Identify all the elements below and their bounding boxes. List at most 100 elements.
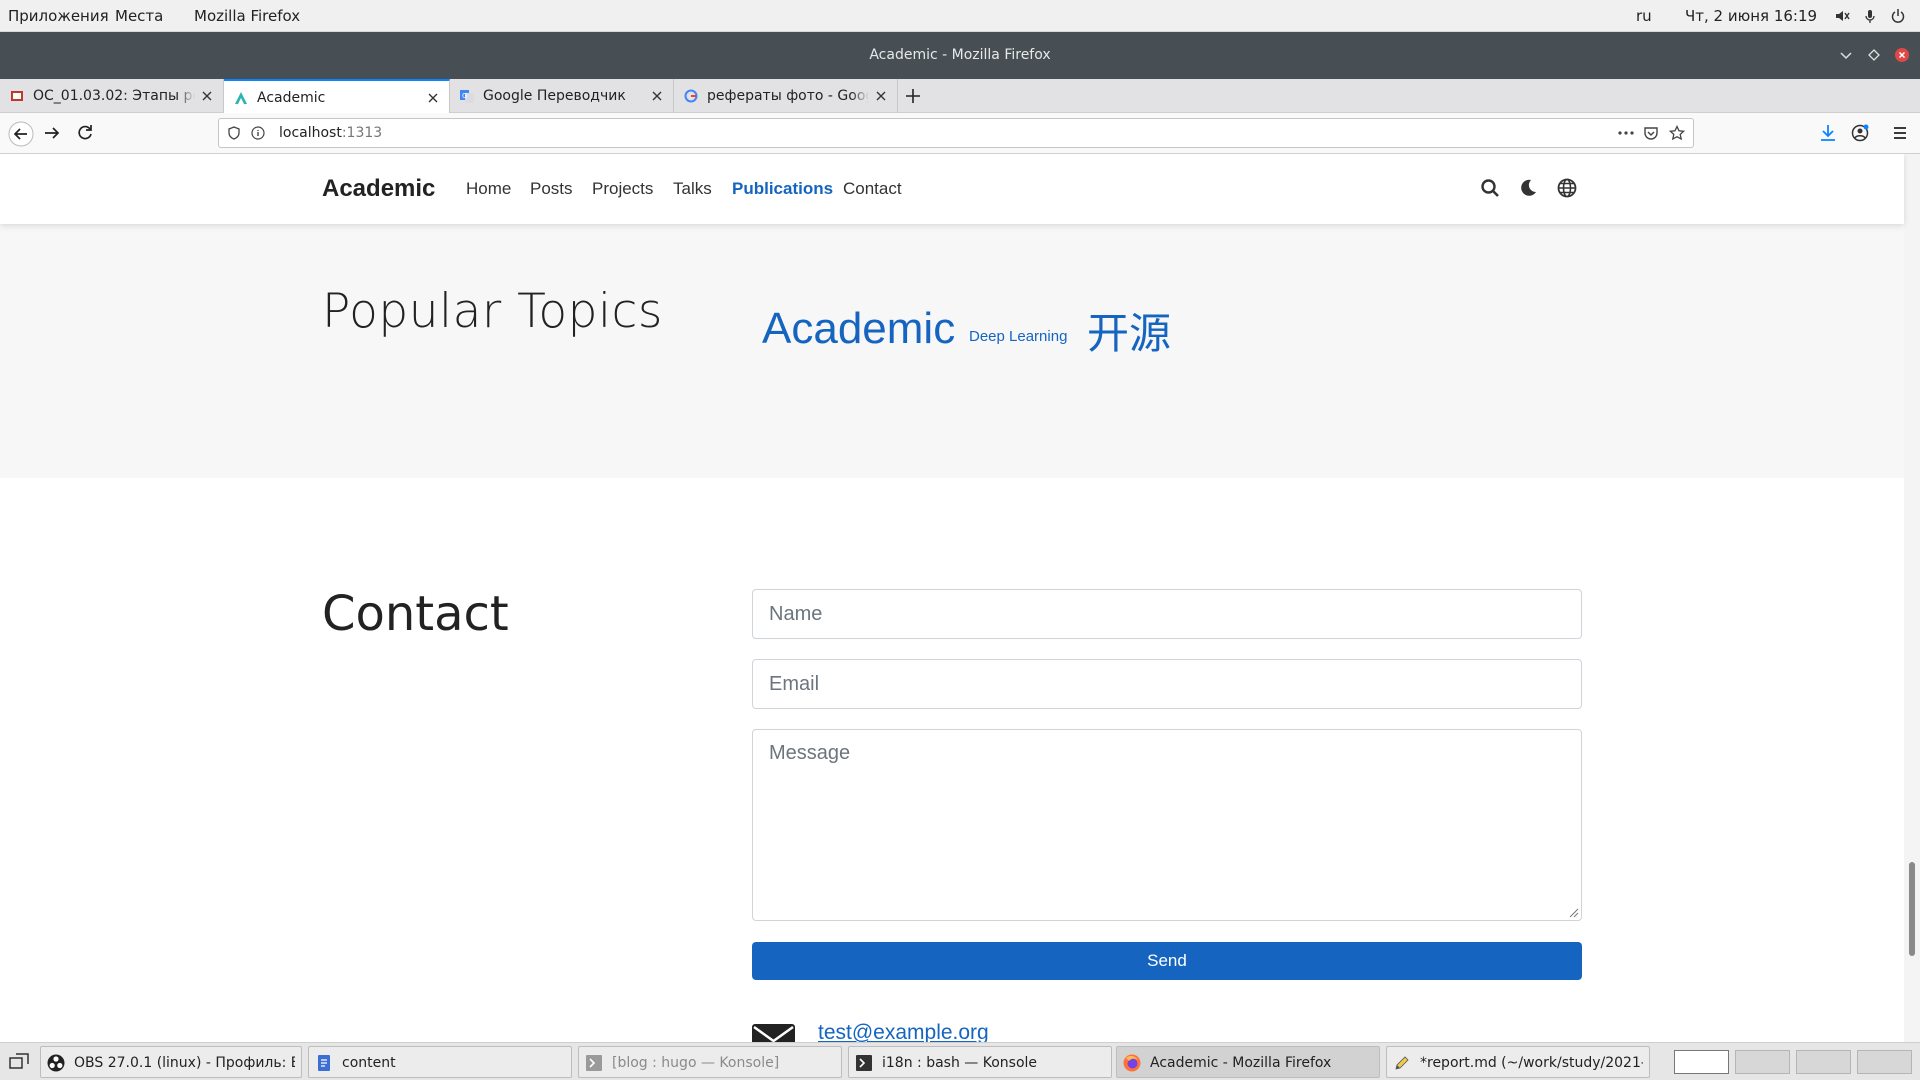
close-tab-icon[interactable] <box>200 89 214 103</box>
site-navbar: Academic Home Posts Projects Talks Publi… <box>0 154 1904 224</box>
resize-grip-icon[interactable] <box>1567 906 1579 918</box>
tab-strip: ОС_01.03.02: Этапы реализации Academic G… <box>0 79 1920 113</box>
close-window-icon[interactable] <box>1894 47 1910 63</box>
language-globe-icon[interactable] <box>1557 178 1577 198</box>
course-favicon-icon <box>11 91 23 101</box>
task-content[interactable]: content <box>308 1046 572 1078</box>
academic-favicon-icon <box>235 92 247 104</box>
task-konsole-blog[interactable]: [blog : hugo — Konsole] <box>578 1046 842 1078</box>
workspace-3[interactable] <box>1796 1050 1851 1074</box>
close-tab-icon[interactable] <box>650 89 664 103</box>
nav-contact[interactable]: Contact <box>843 179 902 199</box>
nav-talks[interactable]: Talks <box>673 179 712 199</box>
tab-academic[interactable]: Academic <box>224 79 450 113</box>
topic-tag-academic[interactable]: Academic <box>762 304 955 354</box>
firefox-icon <box>1123 1054 1141 1072</box>
page-actions-icon[interactable] <box>1617 126 1635 140</box>
minimize-icon[interactable] <box>1838 47 1854 63</box>
task-label: OBS 27.0.1 (linux) - Профиль: Без назван… <box>74 1055 295 1071</box>
popular-topics-heading: Popular Topics <box>322 284 663 339</box>
terminal-icon <box>586 1055 602 1071</box>
obs-icon <box>47 1054 65 1072</box>
places-menu[interactable]: Места <box>115 7 163 25</box>
tab-label: Academic <box>257 90 421 106</box>
active-app-menu[interactable]: Mozilla Firefox <box>194 7 300 25</box>
google-favicon-icon <box>684 89 698 103</box>
show-desktop-icon[interactable] <box>8 1052 30 1072</box>
os-top-panel: Приложения Места Mozilla Firefox ru Чт, … <box>0 0 1920 32</box>
name-field[interactable]: Name <box>752 589 1582 639</box>
url-host: localhost <box>279 125 342 141</box>
window-title: Academic - Mozilla Firefox <box>869 47 1051 63</box>
new-tab-plus-icon[interactable] <box>904 87 922 105</box>
dark-mode-moon-icon[interactable] <box>1518 178 1538 198</box>
envelope-icon <box>752 1024 795 1042</box>
page-viewport[interactable]: Academic Home Posts Projects Talks Publi… <box>0 154 1920 1042</box>
site-info-icon[interactable] <box>251 126 265 140</box>
nav-projects[interactable]: Projects <box>592 179 653 199</box>
window-titlebar[interactable]: Academic - Mozilla Firefox <box>0 32 1920 79</box>
scrollbar-thumb[interactable] <box>1909 862 1915 956</box>
nav-publications[interactable]: Publications <box>732 179 833 199</box>
topic-tag-open-source[interactable]: 开源 <box>1087 300 1171 361</box>
browser-toolbar: localhost:1313 <box>0 113 1920 154</box>
email-field[interactable]: Email <box>752 659 1582 709</box>
contact-email-link[interactable]: test@example.org <box>818 1021 989 1042</box>
back-arrow-icon[interactable] <box>8 121 34 147</box>
message-field[interactable]: Message <box>752 729 1582 921</box>
close-tab-icon[interactable] <box>874 89 888 103</box>
search-icon[interactable] <box>1480 178 1500 198</box>
task-label: Academic - Mozilla Firefox <box>1150 1055 1332 1071</box>
send-button[interactable]: Send <box>752 942 1582 980</box>
tab-google-search[interactable]: рефераты фото - Google Search <box>674 79 898 113</box>
message-placeholder: Message <box>769 742 851 764</box>
workspace-1[interactable] <box>1674 1050 1729 1074</box>
task-obs[interactable]: OBS 27.0.1 (linux) - Профиль: Без назван… <box>40 1046 302 1078</box>
topic-tag-deep-learning[interactable]: Deep Learning <box>969 328 1067 345</box>
contact-heading: Contact <box>322 586 509 642</box>
tab-label: Google Переводчик <box>483 88 645 104</box>
tab-label: рефераты фото - Google Search <box>707 88 869 104</box>
maximize-icon[interactable] <box>1866 47 1882 63</box>
pocket-icon[interactable] <box>1643 125 1659 141</box>
document-icon <box>318 1055 330 1071</box>
workspace-2[interactable] <box>1735 1050 1790 1074</box>
nav-posts[interactable]: Posts <box>530 179 573 199</box>
task-label: [blog : hugo — Konsole] <box>612 1055 780 1071</box>
page-scrollbar[interactable] <box>1904 154 1920 1042</box>
hamburger-menu-icon[interactable] <box>1890 123 1910 143</box>
reload-icon[interactable] <box>75 123 95 143</box>
task-label: content <box>342 1055 396 1071</box>
workspace-4[interactable] <box>1857 1050 1912 1074</box>
tab-label: ОС_01.03.02: Этапы реализации <box>33 88 195 104</box>
text-editor-pencil-icon <box>1395 1056 1409 1070</box>
tab-google-translate[interactable]: G Google Переводчик <box>450 79 674 113</box>
google-translate-favicon-icon: G <box>460 90 474 103</box>
tab-course[interactable]: ОС_01.03.02: Этапы реализации <box>0 79 224 113</box>
bookmark-star-icon[interactable] <box>1669 125 1685 141</box>
close-tab-icon[interactable] <box>426 91 440 105</box>
apps-menu[interactable]: Приложения <box>8 7 109 25</box>
power-icon[interactable] <box>1890 8 1906 24</box>
downloads-icon[interactable] <box>1818 123 1838 143</box>
volume-muted-icon[interactable] <box>1834 8 1850 24</box>
forward-arrow-icon[interactable] <box>42 123 62 143</box>
task-gedit[interactable]: *report.md (~/work/study/2021-2022) - ge… <box>1386 1046 1650 1078</box>
url-text[interactable]: localhost:1313 <box>279 125 382 141</box>
popular-topics-section: Popular Topics Academic Deep Learning 开源 <box>0 224 1904 478</box>
svg-text:G: G <box>462 92 467 100</box>
keyboard-layout-indicator[interactable]: ru <box>1636 7 1652 25</box>
task-label: i18n : bash — Konsole <box>882 1055 1038 1071</box>
address-bar[interactable]: localhost:1313 <box>218 118 1694 148</box>
tracking-shield-icon[interactable] <box>227 126 241 140</box>
microphone-icon[interactable] <box>1862 8 1878 24</box>
taskbar: OBS 27.0.1 (linux) - Профиль: Без назван… <box>0 1042 1920 1080</box>
clock[interactable]: Чт, 2 июня 16:19 <box>1685 7 1817 25</box>
url-port: :1313 <box>341 125 383 141</box>
task-label: *report.md (~/work/study/2021-2022) - ge… <box>1420 1055 1643 1071</box>
account-icon[interactable] <box>1850 123 1870 143</box>
nav-home[interactable]: Home <box>466 179 511 199</box>
task-firefox[interactable]: Academic - Mozilla Firefox <box>1116 1046 1380 1078</box>
site-brand[interactable]: Academic <box>322 175 435 203</box>
task-konsole-i18n[interactable]: i18n : bash — Konsole <box>848 1046 1112 1078</box>
